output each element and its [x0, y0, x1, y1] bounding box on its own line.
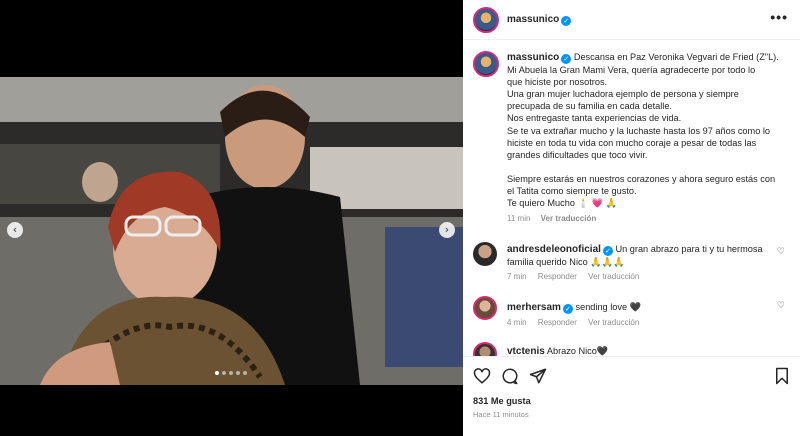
bookmark-icon[interactable] — [774, 367, 790, 385]
next-photo-button[interactable]: › — [439, 222, 455, 238]
carousel-dot — [236, 371, 240, 375]
reply-button[interactable]: Responder — [538, 272, 577, 281]
caption-line: hiciste en toda tu vida con mucho coraje… — [507, 137, 757, 148]
caption-line: precupada de su familia en cada detalle. — [507, 101, 672, 112]
previous-photo-button[interactable]: ‹ — [7, 222, 23, 238]
comment-icon[interactable] — [501, 367, 519, 385]
carousel-dot — [229, 371, 233, 375]
caption-line: Una gran mujer luchadora ejemplo de pers… — [507, 89, 739, 100]
comment-text: sending love 🖤 — [575, 302, 642, 312]
comment-text-block: merhersam ✓ sending love 🖤 — [507, 301, 767, 314]
comment-time: 7 min — [507, 272, 527, 281]
caption-time: 11 min — [507, 214, 531, 224]
caption-line: Mi Abuela la Gran Mami Vera, quería agra… — [507, 65, 756, 76]
carousel-dot — [215, 371, 219, 375]
verified-icon: ✓ — [561, 54, 572, 64]
comment-meta: 7 min Responder Ver traducción — [507, 272, 648, 281]
comment-username[interactable]: andresdeleonoficial — [507, 244, 601, 255]
post-timestamp[interactable]: Hace 11 minutos — [473, 410, 529, 419]
comment-avatar[interactable] — [473, 296, 497, 320]
post-header: massunico ✓ ••• — [463, 0, 800, 40]
share-icon[interactable] — [529, 367, 547, 385]
caption-line: Te quiero Mucho 🕯️ 💗 🙏 — [507, 198, 617, 209]
comment-username[interactable]: merhersam — [507, 302, 561, 313]
carousel-dot — [222, 371, 226, 375]
see-translation-link[interactable]: Ver traducción — [541, 214, 597, 223]
see-translation-link[interactable]: Ver traducción — [588, 318, 639, 327]
post-photo[interactable]: ‹ › — [0, 77, 463, 385]
carousel-dots — [215, 371, 247, 375]
caption-line: grandes dificultades que toco vivir. — [507, 149, 648, 160]
caption-username[interactable]: massunico — [507, 52, 559, 63]
verified-icon: ✓ — [562, 304, 573, 314]
caption-meta: 11 min Ver traducción — [507, 213, 797, 225]
comment-avatar[interactable] — [473, 242, 497, 266]
author-username[interactable]: massunico ✓ — [507, 14, 572, 26]
comment-text: Abrazo Nico🖤 — [546, 346, 609, 356]
comment-text-block: andresdeleonoficial ✓ Un gran abrazo para… — [507, 243, 767, 268]
caption-line — [507, 161, 797, 173]
heart-icon[interactable] — [473, 367, 491, 385]
caption-line: Siempre estarás en nuestros corazones y … — [507, 173, 776, 184]
author-avatar[interactable] — [473, 7, 499, 33]
post-actions: 831 Me gusta Hace 11 minutos — [463, 356, 800, 436]
comment-meta: 4 min Responder Ver traducción — [507, 318, 648, 327]
caption-line: Nos entregaste tanta experiencias de vid… — [507, 113, 682, 124]
likes-count[interactable]: 831 Me gusta — [473, 396, 531, 406]
comment-time: 4 min — [507, 318, 527, 327]
caption-avatar[interactable] — [473, 51, 499, 77]
caption-line: Descansa en Paz Veronika Vegvari de Frie… — [573, 52, 779, 62]
author-username-text[interactable]: massunico — [507, 14, 559, 25]
caption-text: massunico ✓ Descansa en Paz Veronika Vegv… — [507, 51, 797, 225]
caption-line: que hiciste por nosotros. — [507, 77, 608, 88]
see-translation-link[interactable]: Ver traducción — [588, 272, 639, 281]
post-panel: massunico ✓ ••• massunico ✓ Descansa en Pa… — [463, 0, 800, 436]
post-media: ‹ › — [0, 0, 463, 436]
caption-line: el Tatita como siempre te gusto. — [507, 185, 637, 196]
carousel-dot — [243, 371, 247, 375]
verified-icon: ✓ — [602, 246, 613, 256]
caption-line: Se te va extrañar mucho y la luchaste ha… — [507, 125, 771, 136]
reply-button[interactable]: Responder — [538, 318, 577, 327]
photo-image — [0, 77, 463, 385]
comment-like-heart-icon[interactable]: ♡ — [777, 247, 785, 257]
comment-like-heart-icon[interactable]: ♡ — [777, 301, 785, 311]
more-options-icon[interactable]: ••• — [770, 9, 788, 25]
verified-icon: ✓ — [561, 16, 572, 26]
